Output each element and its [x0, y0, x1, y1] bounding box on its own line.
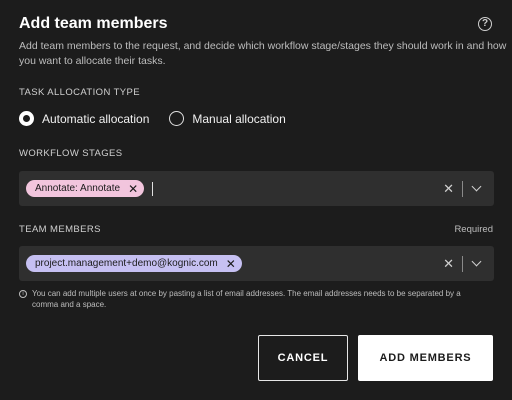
radio-manual-allocation[interactable] — [169, 111, 185, 126]
team-members-label: TEAM MEMBERS — [19, 224, 101, 235]
clear-icon[interactable]: ✕ — [443, 181, 454, 197]
team-members-hint-text: You can add multiple users at once by pa… — [32, 289, 461, 309]
chevron-down-icon[interactable] — [471, 256, 482, 267]
text-cursor — [152, 181, 154, 196]
separator — [462, 255, 463, 272]
dialog-subtitle: Add team members to the request, and dec… — [19, 40, 507, 67]
workflow-stages-select[interactable]: Annotate: Annotate ✕ ✕ — [19, 171, 494, 206]
workflow-stage-chip: Annotate: Annotate ✕ — [26, 180, 145, 197]
radio-manual-allocation-label[interactable]: Manual allocation — [192, 112, 285, 126]
task-allocation-label: TASK ALLOCATION TYPE — [19, 87, 140, 98]
required-label: Required — [454, 224, 493, 235]
question-circle-icon[interactable]: ? — [478, 17, 492, 31]
team-members-hint: i You can add multiple users at once by … — [19, 288, 489, 310]
chevron-down-icon[interactable] — [471, 181, 482, 192]
clear-icon[interactable]: ✕ — [443, 256, 454, 272]
info-icon: i — [19, 290, 27, 298]
field-actions: ✕ — [443, 246, 484, 281]
dialog-title: Add team members — [19, 15, 168, 32]
add-members-button[interactable]: ADD MEMBERS — [358, 335, 493, 381]
workflow-stage-chip-label: Annotate: Annotate — [35, 183, 121, 194]
field-actions: ✕ — [443, 171, 484, 206]
workflow-stages-label: WORKFLOW STAGES — [19, 148, 123, 159]
team-member-chip-label: project.management+demo@kognic.com — [35, 258, 218, 269]
remove-chip-icon[interactable]: ✕ — [226, 258, 236, 270]
radio-automatic-allocation[interactable] — [19, 111, 34, 126]
radio-automatic-allocation-label[interactable]: Automatic allocation — [42, 112, 149, 126]
cancel-button[interactable]: CANCEL — [258, 335, 348, 381]
team-member-chip: project.management+demo@kognic.com ✕ — [26, 255, 242, 272]
remove-chip-icon[interactable]: ✕ — [128, 183, 138, 195]
task-allocation-radio-group: Automatic allocation Manual allocation — [19, 111, 298, 126]
separator — [462, 180, 463, 197]
team-members-select[interactable]: project.management+demo@kognic.com ✕ ✕ — [19, 246, 494, 281]
